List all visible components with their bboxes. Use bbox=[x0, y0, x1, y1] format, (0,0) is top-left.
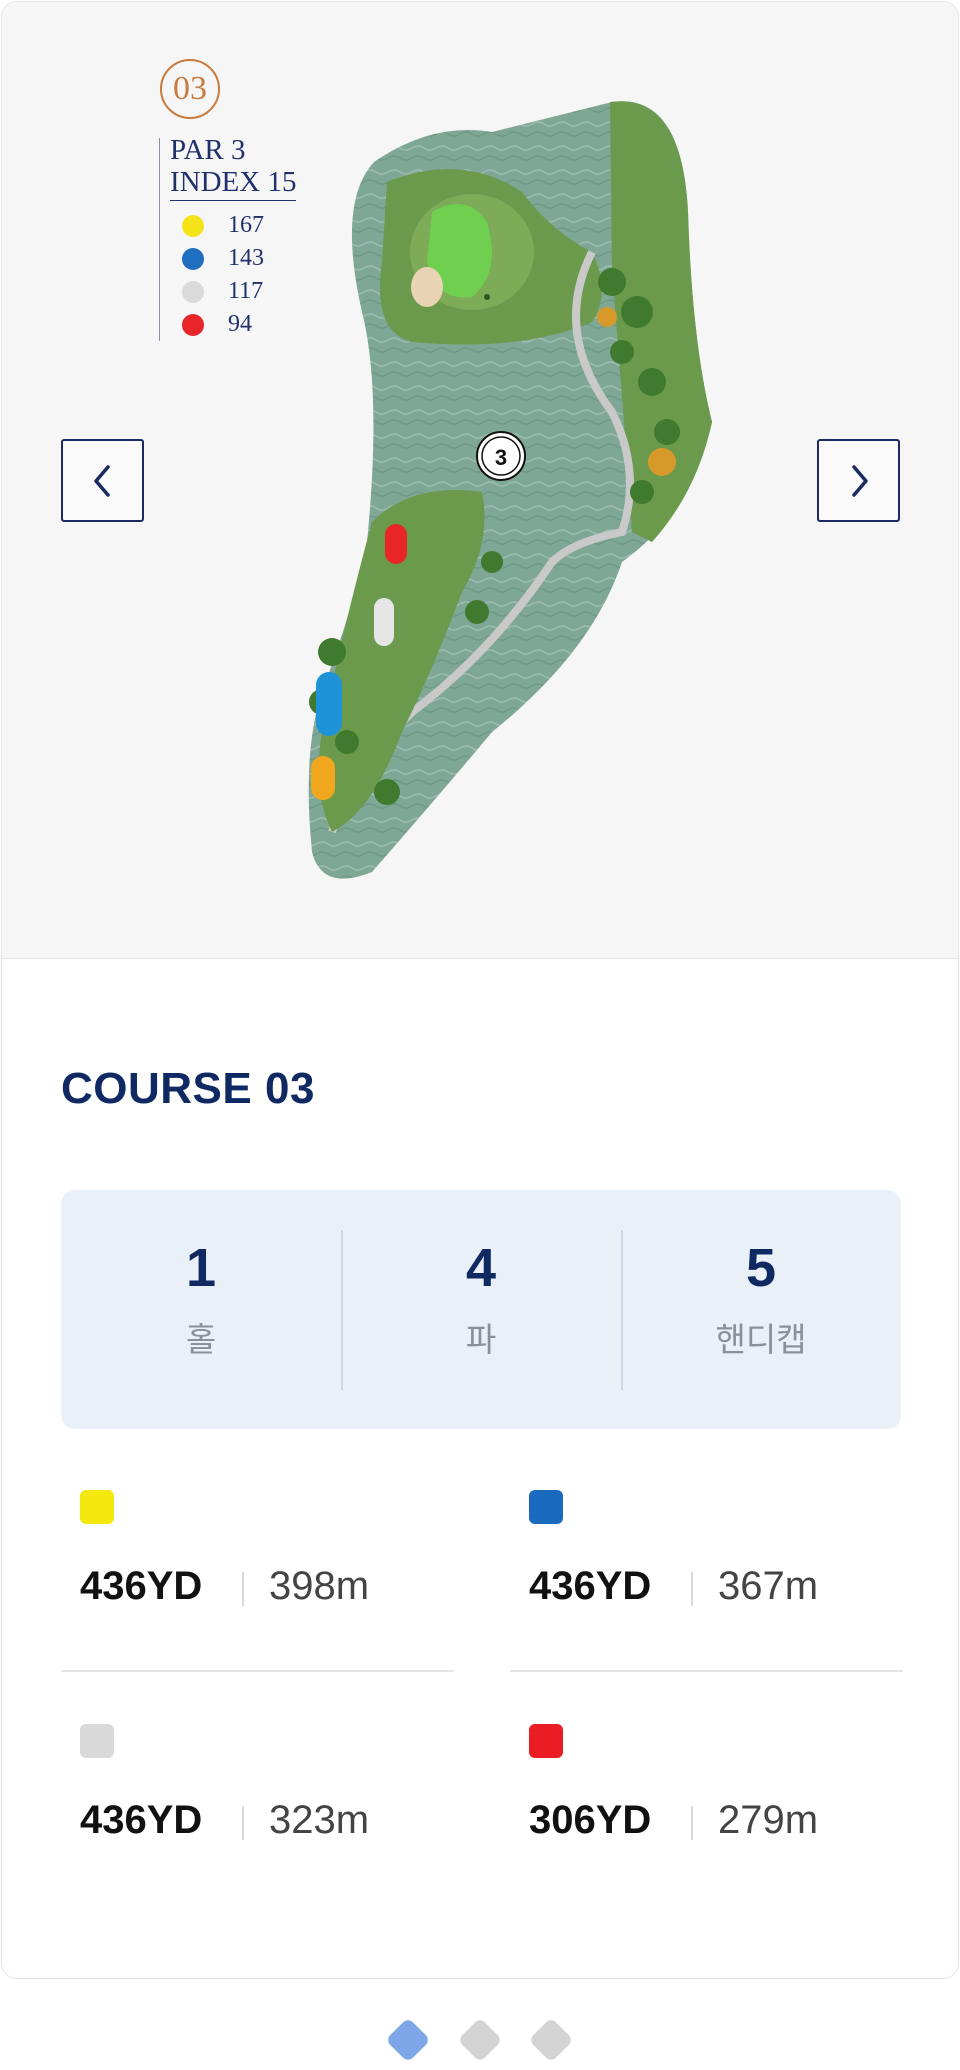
stat-value: 1 bbox=[185, 1238, 217, 1298]
divider bbox=[691, 1806, 693, 1840]
next-hole-button[interactable] bbox=[817, 439, 900, 522]
stat-label: 파 bbox=[465, 1321, 497, 1358]
pagination-dot[interactable] bbox=[385, 2017, 431, 2063]
tee-yards: 306YD bbox=[529, 1798, 652, 1842]
stat-label: 홀 bbox=[185, 1321, 217, 1358]
tee-yards: 436YD bbox=[80, 1798, 203, 1842]
divider bbox=[242, 1572, 244, 1606]
yellow-tee-dot bbox=[182, 214, 204, 237]
tee-color-swatch bbox=[80, 1490, 114, 1524]
pagination-dot[interactable] bbox=[528, 2017, 574, 2063]
stat-hole: 1 홀 bbox=[61, 1190, 341, 1429]
tee-color-swatch bbox=[529, 1724, 563, 1758]
hole-stats-panel: 1 홀 4 파 5 핸디캡 bbox=[61, 1190, 901, 1429]
stat-handicap: 5 핸디캡 bbox=[621, 1190, 901, 1429]
hole-marker-number: 3 bbox=[495, 445, 507, 470]
white-tee-dot bbox=[182, 280, 204, 303]
blue-tee-dot bbox=[182, 247, 204, 270]
divider bbox=[691, 1572, 693, 1606]
hole-map-panel: 03 PAR 3 INDEX 15 167 143 117 94 3 bbox=[2, 2, 958, 959]
stat-value: 4 bbox=[465, 1238, 497, 1298]
tee-yards: 436YD bbox=[80, 1564, 203, 1608]
tee-meters: 398m bbox=[269, 1564, 370, 1608]
tee-yards: 436YD bbox=[529, 1564, 652, 1608]
legend-distance: 94 bbox=[228, 311, 252, 337]
pagination-dots bbox=[0, 2017, 960, 2063]
divider bbox=[61, 1670, 454, 1672]
yellow-tee-box bbox=[311, 756, 335, 800]
tee-meters: 279m bbox=[718, 1798, 819, 1842]
stat-value: 5 bbox=[745, 1238, 777, 1298]
tee-color-swatch bbox=[529, 1490, 563, 1524]
chevron-right-icon bbox=[851, 464, 868, 497]
divider bbox=[510, 1670, 903, 1672]
course-title: COURSE 03 bbox=[61, 1064, 315, 1113]
legend-distance: 143 bbox=[228, 245, 264, 271]
blue-tee-box bbox=[316, 672, 342, 736]
tee-color-swatch bbox=[80, 1724, 114, 1758]
red-tee-box bbox=[385, 524, 407, 564]
tee-distance-blue: 436YD 367m bbox=[510, 1490, 958, 1672]
hole-layout-map: 3 bbox=[308, 101, 712, 879]
prev-hole-button[interactable] bbox=[61, 439, 144, 522]
stat-label: 핸디캡 bbox=[715, 1321, 807, 1358]
pagination-dot[interactable] bbox=[457, 2017, 503, 2063]
hole-number-badge: 03 bbox=[160, 59, 220, 119]
white-tee-box bbox=[374, 598, 394, 646]
legend-distance: 167 bbox=[228, 212, 264, 238]
tee-meters: 323m bbox=[269, 1798, 370, 1842]
tee-distance-white: 436YD 323m bbox=[61, 1724, 511, 1904]
course-card: 03 PAR 3 INDEX 15 167 143 117 94 3 COURS… bbox=[1, 1, 959, 1979]
tee-meters: 367m bbox=[718, 1564, 819, 1608]
legend-distance: 117 bbox=[228, 278, 264, 304]
tee-distance-yellow: 436YD 398m bbox=[61, 1490, 511, 1672]
tee-distance-red: 306YD 279m bbox=[510, 1724, 958, 1904]
stat-par: 4 파 bbox=[341, 1190, 621, 1429]
divider bbox=[242, 1806, 244, 1840]
red-tee-dot bbox=[182, 313, 204, 336]
chevron-left-icon bbox=[93, 464, 110, 497]
index-label: INDEX 15 bbox=[170, 166, 297, 201]
